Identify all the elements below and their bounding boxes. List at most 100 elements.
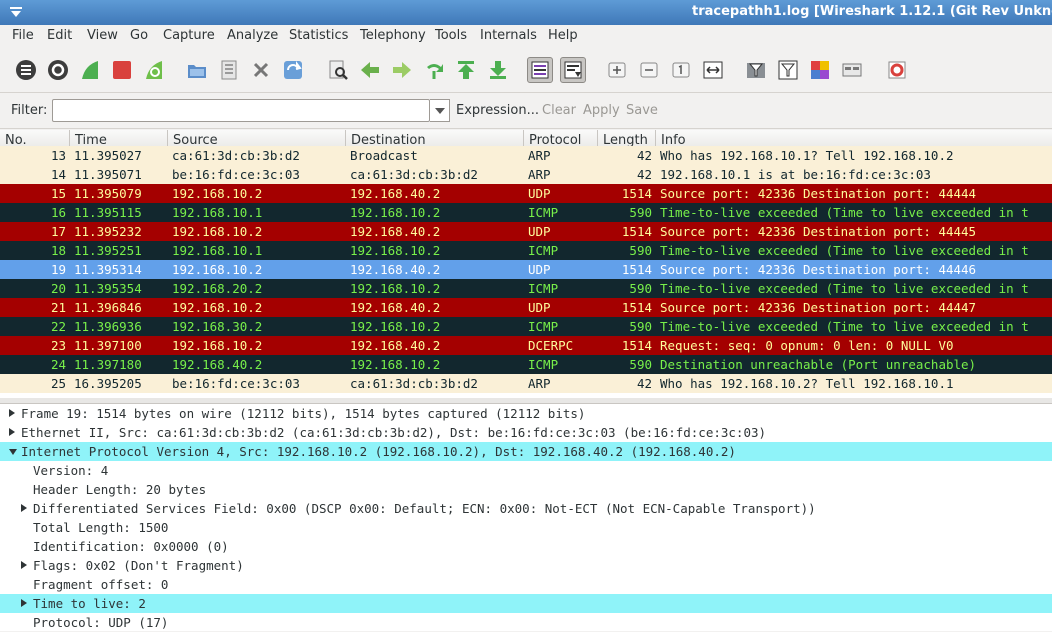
- packet-row[interactable]: 22 11.396936 192.168.30.2 192.168.10.2 ICMP T…: [0, 317, 1052, 336]
- expander-right-icon[interactable]: [9, 409, 15, 417]
- find-packet-icon[interactable]: [325, 57, 351, 83]
- expander-right-icon[interactable]: [21, 599, 27, 607]
- expander-right-icon[interactable]: [21, 504, 27, 512]
- packet-no: 14: [50, 167, 66, 182]
- detail-tree-item[interactable]: Protocol: UDP (17): [0, 613, 1052, 632]
- close-file-icon[interactable]: [248, 57, 274, 83]
- packet-no: 24: [50, 357, 66, 372]
- detail-tree-item[interactable]: Ethernet II, Src: ca:61:3d:cb:3b:d2 (ca:…: [0, 423, 1052, 442]
- packet-length: 42: [636, 376, 652, 391]
- detail-tree-item[interactable]: Internet Protocol Version 4, Src: 192.16…: [0, 442, 1052, 461]
- menu-capture[interactable]: Capture: [163, 28, 215, 43]
- packet-proto: ICMP: [528, 319, 559, 334]
- menu-internals[interactable]: Internals: [480, 28, 537, 43]
- menu-file[interactable]: File: [12, 28, 34, 43]
- capture-filters-icon[interactable]: [743, 57, 769, 83]
- detail-tree-item[interactable]: Version: 4: [0, 461, 1052, 480]
- packet-row[interactable]: 24 11.397180 192.168.40.2 192.168.10.2 ICMP D…: [0, 355, 1052, 374]
- detail-tree-item[interactable]: Total Length: 1500: [0, 518, 1052, 537]
- zoom-normal-icon[interactable]: [668, 57, 694, 83]
- expander-down-icon[interactable]: [9, 449, 17, 455]
- packet-dst: 192.168.40.2: [350, 186, 441, 201]
- packet-row[interactable]: 14 11.395071 be:16:fd:ce:3c:03 ca:61:3d:cb:…: [0, 165, 1052, 184]
- filter-input[interactable]: [52, 99, 430, 122]
- packet-info: Time-to-live exceeded (Time to live exce…: [660, 281, 1029, 296]
- save-button[interactable]: Save: [626, 103, 658, 118]
- detail-tree-item[interactable]: Header Length: 20 bytes: [0, 480, 1052, 499]
- packet-row[interactable]: 17 11.395232 192.168.10.2 192.168.40.2 UDP So…: [0, 222, 1052, 241]
- colorize-icon[interactable]: [527, 57, 553, 83]
- menu-go[interactable]: Go: [130, 28, 148, 43]
- packet-list: No. Time Source Destination Protocol Len…: [0, 130, 1052, 400]
- restart-capture-icon[interactable]: [141, 57, 167, 83]
- packet-info: Time-to-live exceeded (Time to live exce…: [660, 319, 1029, 334]
- packet-row[interactable]: 20 11.395354 192.168.20.2 192.168.10.2 ICMP T…: [0, 279, 1052, 298]
- menu-statistics[interactable]: Statistics: [289, 28, 348, 43]
- go-first-icon[interactable]: [453, 57, 479, 83]
- detail-tree-item[interactable]: Identification: 0x0000 (0): [0, 537, 1052, 556]
- packet-dst: 192.168.40.2: [350, 300, 441, 315]
- detail-tree-item[interactable]: Differentiated Services Field: 0x00 (DSC…: [0, 499, 1052, 518]
- detail-text: Header Length: 20 bytes: [33, 482, 207, 497]
- menu-analyze[interactable]: Analyze: [227, 28, 278, 43]
- menu-help[interactable]: Help: [548, 28, 578, 43]
- preferences-icon[interactable]: [839, 57, 865, 83]
- autoscroll-icon[interactable]: [560, 57, 586, 83]
- zoom-out-icon[interactable]: [636, 57, 662, 83]
- packet-row[interactable]: 25 16.395205 be:16:fd:ce:3c:03 ca:61:3d:cb:…: [0, 374, 1052, 393]
- go-forward-icon[interactable]: [389, 57, 415, 83]
- stop-capture-icon[interactable]: [109, 57, 135, 83]
- packet-info: Who has 192.168.10.1? Tell 192.168.10.2: [660, 148, 954, 163]
- zoom-in-icon[interactable]: [604, 57, 630, 83]
- packet-no: 16: [50, 205, 66, 220]
- expression-button[interactable]: Expression...: [456, 103, 539, 118]
- options-icon[interactable]: [45, 57, 71, 83]
- packet-proto: UDP: [528, 224, 551, 239]
- packet-src: ca:61:3d:cb:3b:d2: [172, 148, 300, 163]
- help-icon[interactable]: [884, 57, 910, 83]
- menu-edit[interactable]: Edit: [47, 28, 72, 43]
- packet-proto: UDP: [528, 262, 551, 277]
- detail-tree-item[interactable]: Time to live: 2: [0, 594, 1052, 613]
- clear-button[interactable]: Clear: [542, 103, 576, 118]
- packet-row[interactable]: 23 11.397100 192.168.10.2 192.168.40.2 DCERP…: [0, 336, 1052, 355]
- packet-no: 19: [50, 262, 66, 277]
- menu-telephony[interactable]: Telephony: [360, 28, 426, 43]
- open-file-icon[interactable]: [184, 57, 210, 83]
- save-file-icon[interactable]: [216, 57, 242, 83]
- apply-button[interactable]: Apply: [583, 103, 620, 118]
- packet-length: 590: [629, 205, 652, 220]
- filter-history-dropdown[interactable]: [430, 99, 450, 122]
- packet-proto: DCERPC: [528, 338, 574, 353]
- detail-tree-item[interactable]: Frame 19: 1514 bytes on wire (12112 bits…: [0, 404, 1052, 423]
- window-menu-icon[interactable]: [8, 5, 24, 19]
- packet-row[interactable]: 16 11.395115 192.168.10.1 192.168.10.2 ICMP T…: [0, 203, 1052, 222]
- reload-icon[interactable]: [280, 57, 306, 83]
- packet-row[interactable]: 21 11.396846 192.168.10.2 192.168.40.2 UDP So…: [0, 298, 1052, 317]
- packet-row[interactable]: 15 11.395079 192.168.10.2 192.168.40.2 UDP So…: [0, 184, 1052, 203]
- packet-row[interactable]: 13 11.395027 ca:61:3d:cb:3b:d2 Broadcast ARP…: [0, 146, 1052, 165]
- menu-bar: File Edit View Go Capture Analyze Statis…: [0, 25, 1052, 47]
- resize-columns-icon[interactable]: [700, 57, 726, 83]
- packet-length: 590: [629, 281, 652, 296]
- go-back-icon[interactable]: [357, 57, 383, 83]
- expander-right-icon[interactable]: [9, 428, 15, 436]
- detail-tree-item[interactable]: Flags: 0x02 (Don't Fragment): [0, 556, 1052, 575]
- packet-row-selected[interactable]: 19 11.395314 192.168.10.2 192.168.40.2 UDP So…: [0, 260, 1052, 279]
- display-filters-icon[interactable]: [775, 57, 801, 83]
- packet-time: 11.395027: [74, 148, 142, 163]
- packet-time: 11.395314: [74, 262, 142, 277]
- packet-row[interactable]: 18 11.395251 192.168.10.1 192.168.10.2 ICMP T…: [0, 241, 1052, 260]
- packet-proto: ICMP: [528, 357, 559, 372]
- packet-src: 192.168.10.2: [172, 262, 263, 277]
- detail-tree-item[interactable]: Fragment offset: 0: [0, 575, 1052, 594]
- interfaces-icon[interactable]: [13, 57, 39, 83]
- coloring-rules-icon[interactable]: [807, 57, 833, 83]
- detail-text: Internet Protocol Version 4, Src: 192.16…: [21, 444, 736, 459]
- go-to-packet-icon[interactable]: [421, 57, 447, 83]
- expander-right-icon[interactable]: [21, 561, 27, 569]
- go-last-icon[interactable]: [485, 57, 511, 83]
- menu-tools[interactable]: Tools: [435, 28, 467, 43]
- menu-view[interactable]: View: [87, 28, 118, 43]
- start-capture-icon[interactable]: [77, 57, 103, 83]
